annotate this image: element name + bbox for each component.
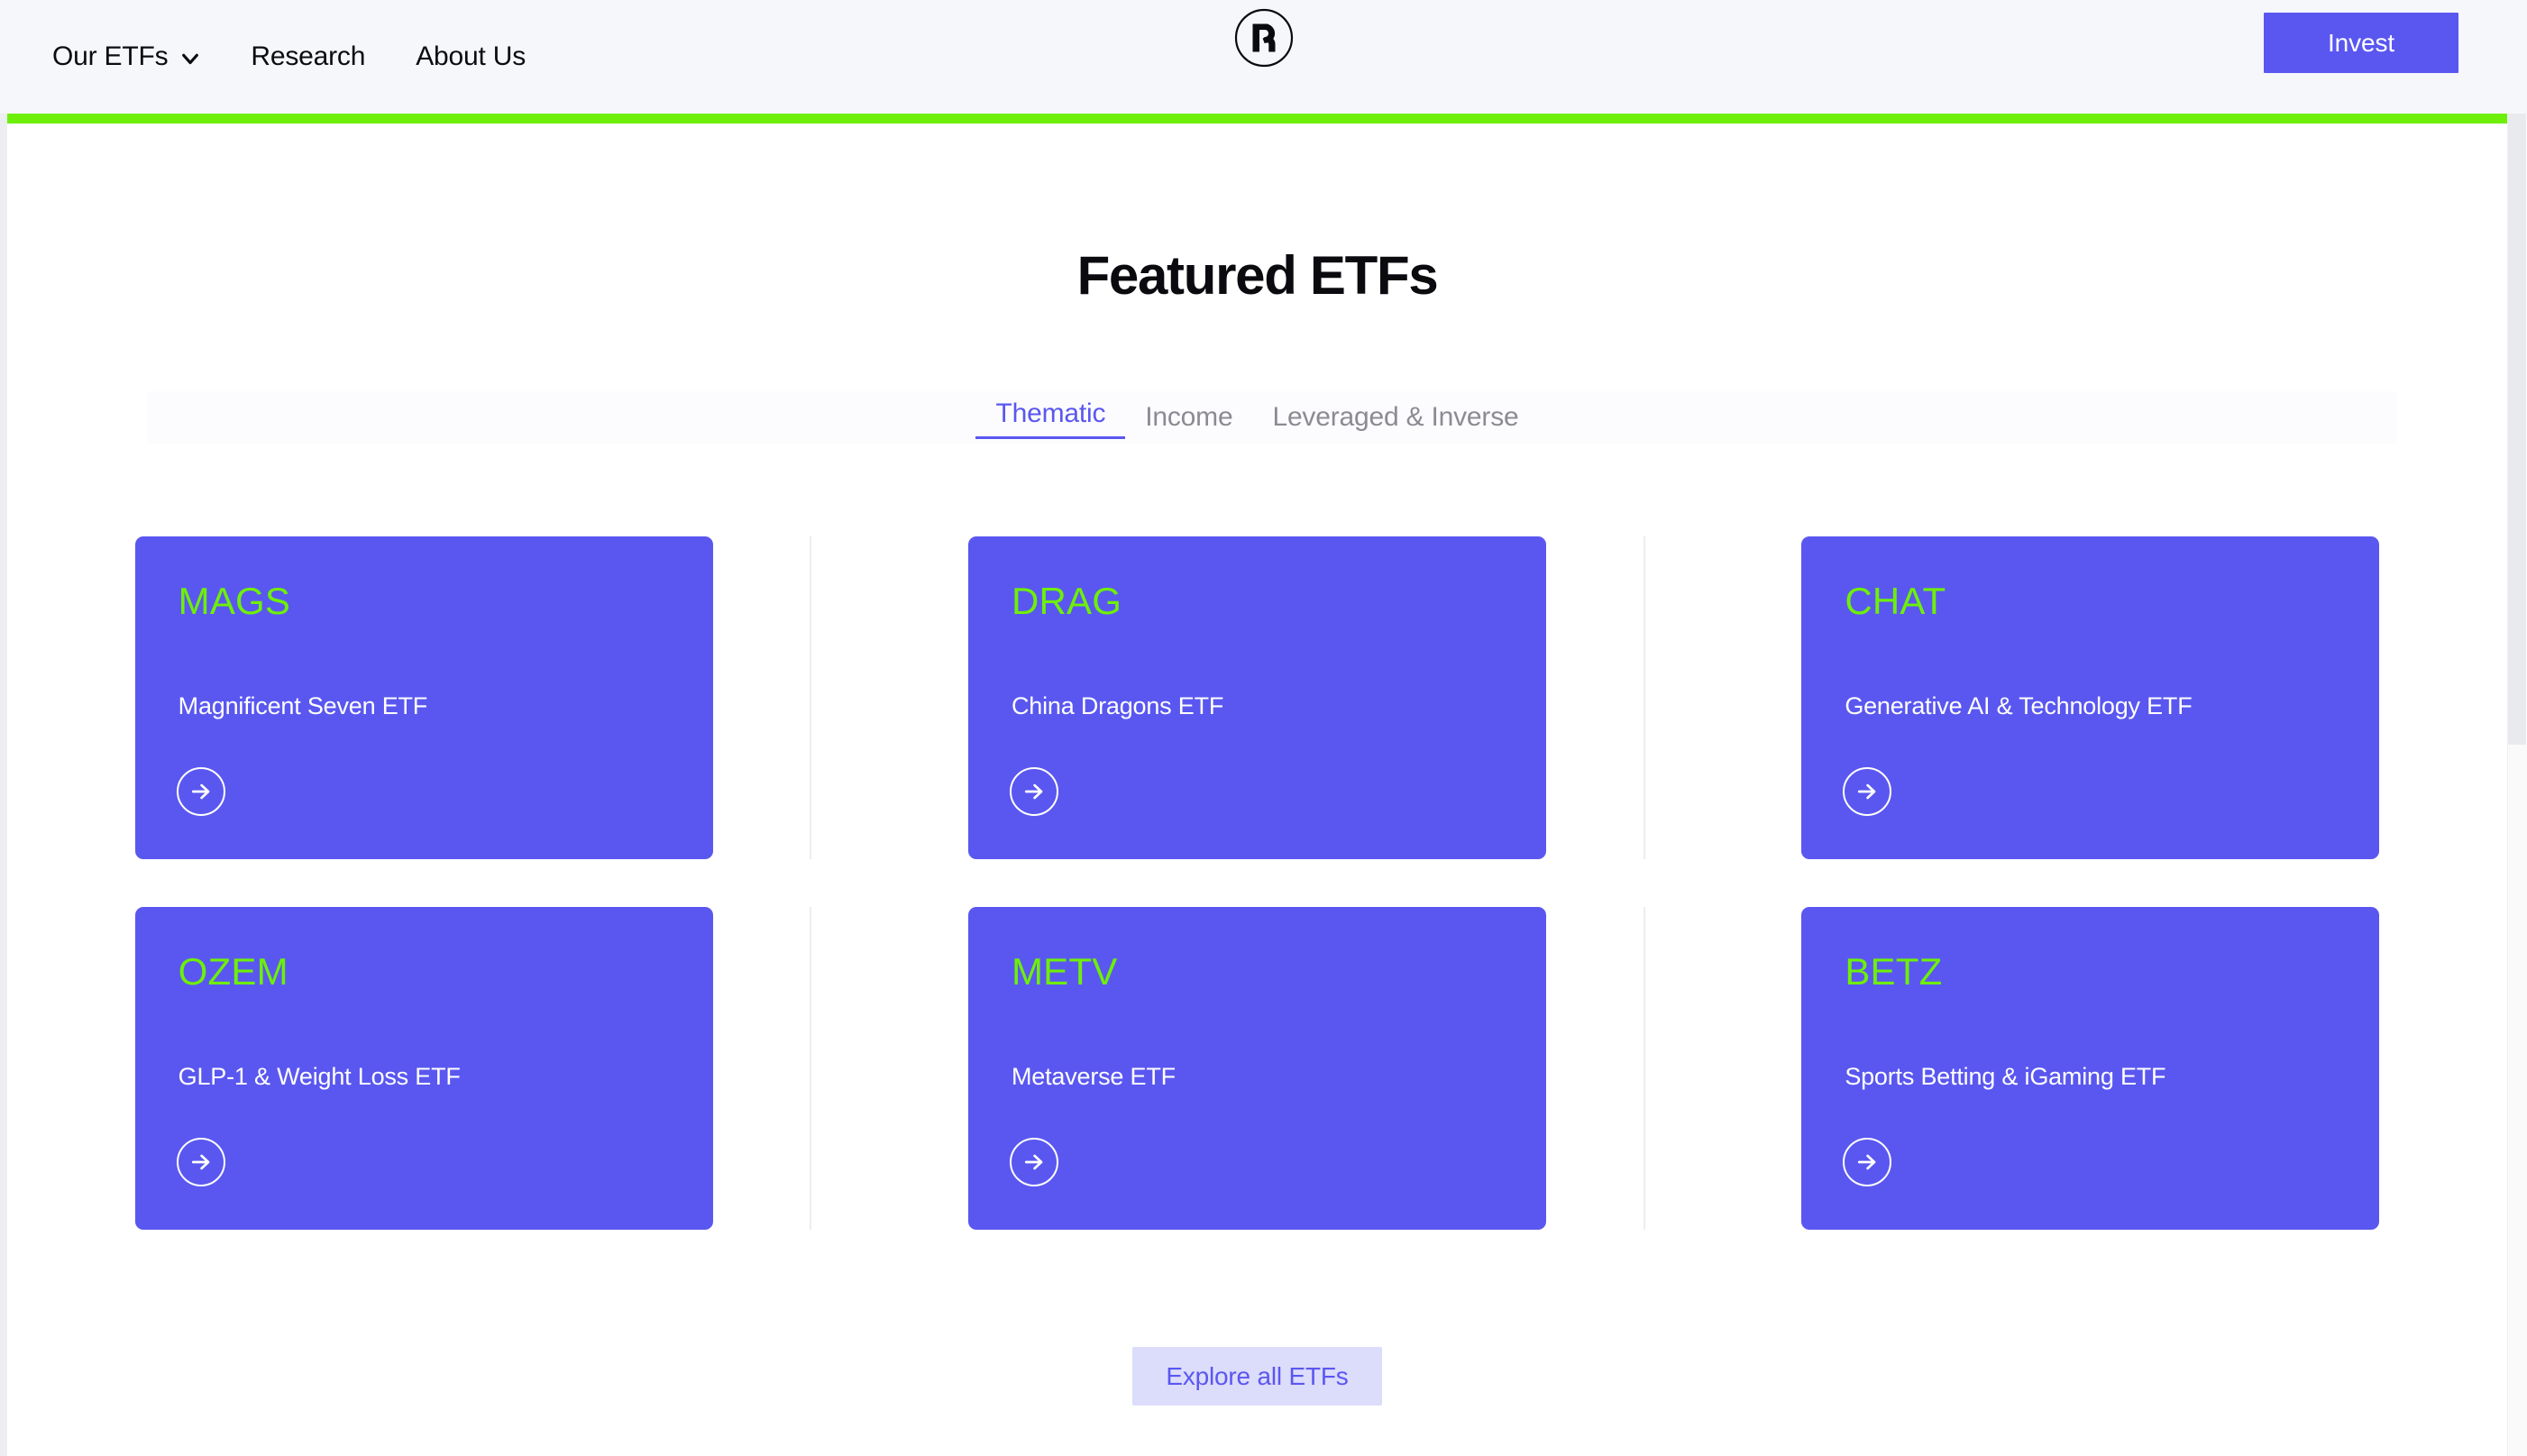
site-header: Our ETFs Research About Us Invest xyxy=(0,0,2527,114)
etf-card-ozem[interactable]: OZEM GLP-1 & Weight Loss ETF xyxy=(134,907,713,1230)
arrow-right-icon[interactable] xyxy=(1843,1138,1892,1186)
etf-ticker: CHAT xyxy=(1845,580,1946,622)
vertical-scrollbar[interactable] xyxy=(2507,114,2527,1456)
grid-cell: OZEM GLP-1 & Weight Loss ETF xyxy=(7,907,840,1230)
arrow-right-icon[interactable] xyxy=(1843,767,1892,816)
arrow-right-icon[interactable] xyxy=(176,1138,225,1186)
grid-cell: METV Metaverse ETF xyxy=(840,907,1673,1230)
grid-cell: MAGS Magnificent Seven ETF xyxy=(7,536,840,859)
arrow-right-icon[interactable] xyxy=(1009,1138,1058,1186)
explore-all-etfs-wrap: Explore all ETFs xyxy=(7,1347,2507,1406)
nav-item-our-etfs-label: Our ETFs xyxy=(52,41,169,71)
nav-item-about-us[interactable]: About Us xyxy=(416,43,526,70)
primary-navigation: Our ETFs Research About Us xyxy=(52,0,526,114)
roundhill-r-logo[interactable] xyxy=(1234,8,1294,68)
category-tabs: Thematic Income Leveraged & Inverse xyxy=(7,391,2507,444)
main-content: Featured ETFs Thematic Income Leveraged … xyxy=(7,124,2507,1456)
etf-name: GLP-1 & Weight Loss ETF xyxy=(178,1063,461,1090)
chevron-down-icon xyxy=(180,49,200,69)
etf-card-chat[interactable]: CHAT Generative AI & Technology ETF xyxy=(1801,536,2380,859)
page-title: Featured ETFs xyxy=(1076,245,1439,306)
nav-item-about-us-label: About Us xyxy=(416,41,526,71)
etf-ticker: OZEM xyxy=(178,950,288,993)
etf-name: Magnificent Seven ETF xyxy=(178,692,428,719)
brand-accent-rule xyxy=(7,114,2507,124)
etf-card-grid: MAGS Magnificent Seven ETF DRAG China Dr… xyxy=(7,536,2507,1230)
grid-cell: BETZ Sports Betting & iGaming ETF xyxy=(1674,907,2507,1230)
left-edge-strip xyxy=(0,114,7,1456)
etf-card-betz[interactable]: BETZ Sports Betting & iGaming ETF xyxy=(1801,907,2380,1230)
etf-ticker: METV xyxy=(1011,950,1118,993)
arrow-right-icon[interactable] xyxy=(1009,767,1058,816)
tab-thematic[interactable]: Thematic xyxy=(975,396,1126,439)
tab-leveraged-inverse[interactable]: Leveraged & Inverse xyxy=(1252,399,1538,436)
etf-ticker: BETZ xyxy=(1845,950,1943,993)
grid-cell: CHAT Generative AI & Technology ETF xyxy=(1674,536,2507,859)
etf-name: Metaverse ETF xyxy=(1011,1063,1176,1090)
vertical-scrollbar-thumb[interactable] xyxy=(2508,114,2526,745)
etf-name: China Dragons ETF xyxy=(1011,692,1224,719)
invest-button[interactable]: Invest xyxy=(2264,13,2458,73)
nav-item-research[interactable]: Research xyxy=(251,43,365,70)
nav-item-our-etfs[interactable]: Our ETFs xyxy=(52,43,200,70)
etf-card-mags[interactable]: MAGS Magnificent Seven ETF xyxy=(134,536,713,859)
etf-ticker: MAGS xyxy=(178,580,291,622)
grid-cell: DRAG China Dragons ETF xyxy=(840,536,1673,859)
etf-name: Generative AI & Technology ETF xyxy=(1845,692,2193,719)
nav-item-research-label: Research xyxy=(251,41,366,71)
arrow-right-icon[interactable] xyxy=(176,767,225,816)
etf-ticker: DRAG xyxy=(1011,580,1122,622)
tab-income[interactable]: Income xyxy=(1125,399,1252,436)
explore-all-etfs-button[interactable]: Explore all ETFs xyxy=(1132,1347,1382,1406)
etf-name: Sports Betting & iGaming ETF xyxy=(1845,1063,2166,1090)
etf-card-drag[interactable]: DRAG China Dragons ETF xyxy=(967,536,1546,859)
etf-card-metv[interactable]: METV Metaverse ETF xyxy=(967,907,1546,1230)
page-root: Our ETFs Research About Us Invest Featur… xyxy=(0,0,2527,1456)
